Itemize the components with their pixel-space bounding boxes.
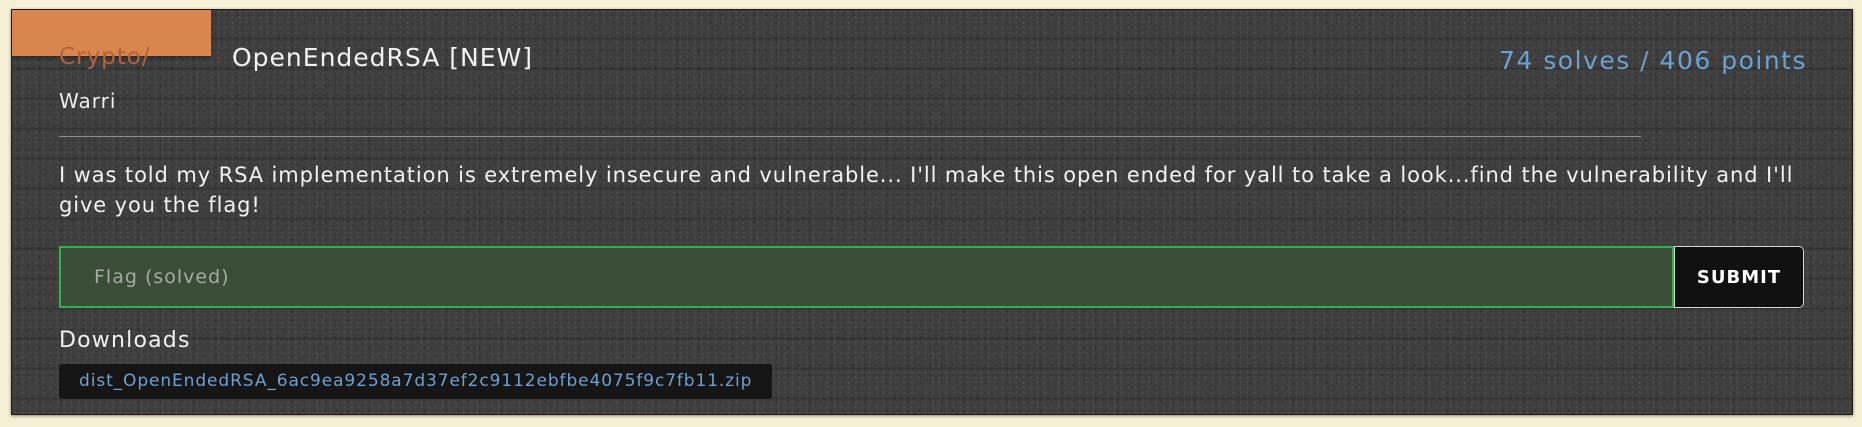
downloads-heading: Downloads bbox=[59, 328, 191, 353]
download-file-link[interactable]: dist_OpenEndedRSA_6ac9ea9258a7d37ef2c911… bbox=[59, 364, 773, 399]
challenge-title: OpenEndedRSA [NEW] bbox=[232, 43, 534, 72]
flag-form: SUBMIT bbox=[59, 246, 1804, 308]
submit-button[interactable]: SUBMIT bbox=[1674, 246, 1804, 308]
flag-input[interactable] bbox=[59, 246, 1674, 308]
challenge-category: Crypto/ bbox=[59, 44, 151, 70]
challenge-card: Crypto/ OpenEndedRSA [NEW] 74 solves / 4… bbox=[11, 9, 1853, 415]
challenge-score: 74 solves / 406 points bbox=[1499, 46, 1807, 75]
challenge-author: Warri bbox=[59, 89, 117, 113]
challenge-description: I was told my RSA implementation is extr… bbox=[59, 163, 1794, 217]
divider bbox=[59, 136, 1641, 137]
